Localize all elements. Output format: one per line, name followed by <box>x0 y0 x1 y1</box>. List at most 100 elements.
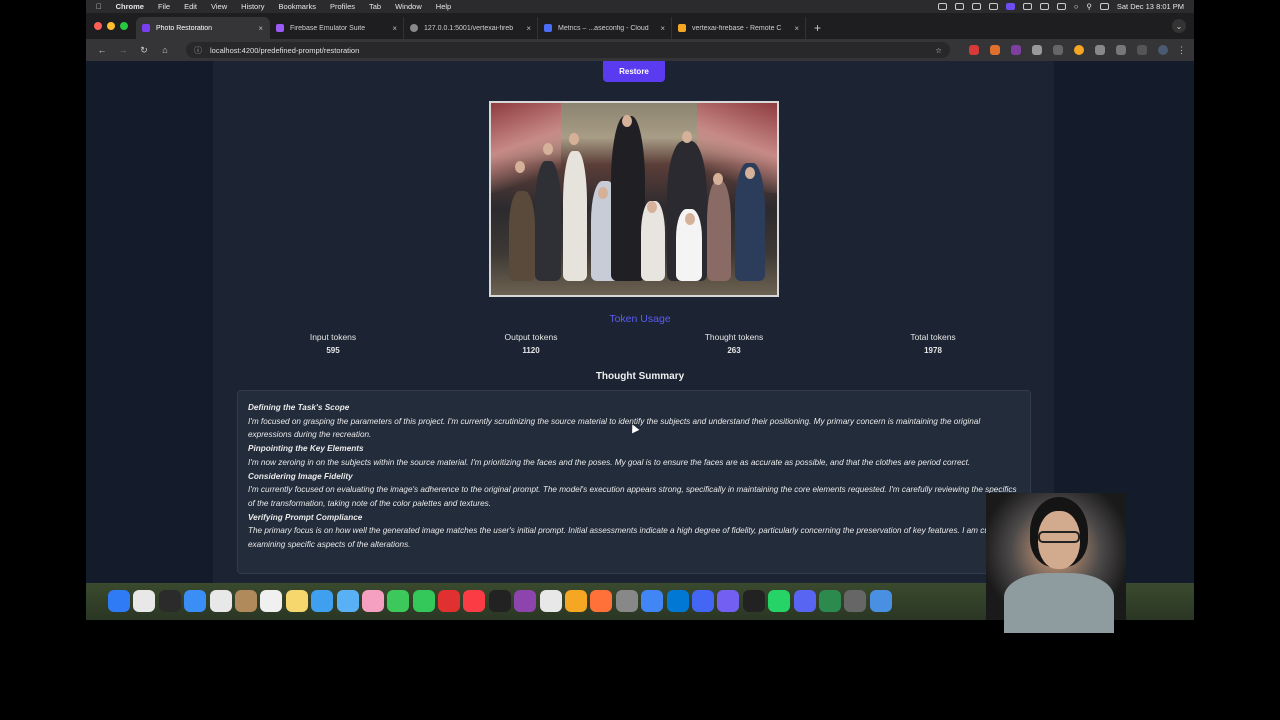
wifi-icon[interactable]: ○ <box>1074 2 1079 11</box>
dock-app-icon[interactable] <box>514 590 537 612</box>
extension-icon[interactable] <box>969 45 979 55</box>
dock-app-icon[interactable] <box>311 590 334 612</box>
extension-icon[interactable] <box>1053 45 1063 55</box>
dock-app-icon[interactable] <box>869 590 892 612</box>
dock-app-icon[interactable] <box>133 590 156 612</box>
window-controls <box>94 13 128 39</box>
extension-icon[interactable] <box>1011 45 1021 55</box>
tab-label: vertexai-firebase - Remote C <box>692 24 782 32</box>
tab-localhost-5001[interactable]: 127.0.0.1:5001/vertexai-fireb × <box>404 17 538 39</box>
close-tab-icon[interactable]: × <box>794 24 799 33</box>
dock-app-icon[interactable] <box>387 590 410 612</box>
summary-heading: Considering Image Fidelity <box>248 471 353 481</box>
status-icon[interactable] <box>988 3 998 10</box>
menu-profiles[interactable]: Profiles <box>330 2 355 11</box>
menu-edit[interactable]: Edit <box>184 2 197 11</box>
dock-app-icon[interactable] <box>768 590 791 612</box>
screen-record-icon[interactable] <box>1005 3 1015 10</box>
menu-view[interactable]: View <box>211 2 227 11</box>
dock-app-icon[interactable] <box>209 590 232 612</box>
menu-tab[interactable]: Tab <box>369 2 381 11</box>
restore-button[interactable]: Restore <box>603 61 665 82</box>
tab-search-icon[interactable]: ⌄ <box>1172 19 1186 33</box>
presenter-glasses <box>1038 531 1080 543</box>
extensions-puzzle-icon[interactable] <box>1095 45 1105 55</box>
dock-app-icon[interactable] <box>438 590 461 612</box>
dock-app-icon[interactable] <box>488 590 511 612</box>
status-icon[interactable] <box>1039 3 1049 10</box>
close-tab-icon[interactable]: × <box>392 24 397 33</box>
profile-avatar[interactable] <box>1158 45 1168 55</box>
globe-icon <box>410 24 418 32</box>
dock-app-icon[interactable] <box>844 590 867 612</box>
restored-photo[interactable] <box>489 101 779 297</box>
battery-icon[interactable] <box>1056 3 1066 10</box>
dock-app-icon[interactable] <box>691 590 714 612</box>
status-icon[interactable] <box>1022 3 1032 10</box>
dock-app-icon[interactable] <box>793 590 816 612</box>
dock-app-icon[interactable] <box>565 590 588 612</box>
close-tab-icon[interactable]: × <box>526 24 531 33</box>
more-menu-icon[interactable]: ⋮ <box>1177 45 1186 56</box>
summary-heading: Pinpointing the Key Elements <box>248 444 364 454</box>
close-tab-icon[interactable]: × <box>258 24 263 33</box>
menu-window[interactable]: Window <box>395 2 422 11</box>
photo-face <box>713 173 723 185</box>
tab-remote-config[interactable]: vertexai-firebase - Remote C × <box>672 17 806 39</box>
search-icon[interactable]: ⚲ <box>1086 2 1092 11</box>
dock-app-icon[interactable] <box>742 590 765 612</box>
dock-app-icon[interactable] <box>615 590 638 612</box>
bookmark-star-icon[interactable]: ☆ <box>935 46 942 55</box>
dock-app-icon[interactable] <box>641 590 664 612</box>
dock-app-icon[interactable] <box>260 590 283 612</box>
minimize-window-icon[interactable] <box>107 22 115 30</box>
side-panel-icon[interactable] <box>1116 45 1126 55</box>
status-icon[interactable] <box>937 3 947 10</box>
download-icon[interactable] <box>1137 45 1147 55</box>
status-icon[interactable] <box>954 3 964 10</box>
status-icon[interactable] <box>971 3 981 10</box>
control-center-icon[interactable] <box>1099 3 1109 10</box>
menu-bookmarks[interactable]: Bookmarks <box>278 2 316 11</box>
site-info-icon[interactable]: ⓘ <box>194 45 202 56</box>
app-menu[interactable]: Chrome <box>116 2 144 11</box>
thought-summary-title: Thought Summary <box>595 371 685 382</box>
tab-metrics[interactable]: Metrics – ...aseconfig - Cloud × <box>538 17 672 39</box>
extension-icon[interactable] <box>1032 45 1042 55</box>
new-tab-icon[interactable]: + <box>814 21 821 35</box>
dock-app-icon[interactable] <box>463 590 486 612</box>
close-tab-icon[interactable]: × <box>660 24 665 33</box>
tab-photo-restoration[interactable]: Photo Restoration × <box>136 17 270 39</box>
dock-app-icon[interactable] <box>666 590 689 612</box>
dock-app-icon[interactable] <box>285 590 308 612</box>
dock-app-icon[interactable] <box>361 590 384 612</box>
clock[interactable]: Sat Dec 13 8:01 PM <box>1117 2 1184 11</box>
url-text[interactable]: localhost:4200/predefined-prompt/restora… <box>210 46 359 55</box>
dock-app-icon[interactable] <box>818 590 841 612</box>
extension-icon[interactable] <box>1074 45 1084 55</box>
menu-file[interactable]: File <box>158 2 170 11</box>
dock-app-icon[interactable] <box>336 590 359 612</box>
menu-history[interactable]: History <box>241 2 264 11</box>
stat-label: Output tokens <box>504 332 558 342</box>
dock-app-icon[interactable] <box>717 590 740 612</box>
tab-firebase-emulator[interactable]: Firebase Emulator Suite × <box>270 17 404 39</box>
dock-app-icon[interactable] <box>184 590 207 612</box>
zoom-window-icon[interactable] <box>120 22 128 30</box>
dock-app-icon[interactable] <box>234 590 257 612</box>
close-window-icon[interactable] <box>94 22 102 30</box>
dock-app-icon[interactable] <box>590 590 613 612</box>
reload-icon[interactable]: ↻ <box>136 45 152 56</box>
dock-app-icon[interactable] <box>412 590 435 612</box>
home-icon[interactable]: ⌂ <box>157 45 173 55</box>
dock-app-icon[interactable] <box>108 590 130 612</box>
dock-app-icon[interactable] <box>539 590 562 612</box>
forward-icon[interactable]: → <box>115 45 131 55</box>
dock-app-icon[interactable] <box>158 590 181 612</box>
address-bar[interactable]: ⓘ localhost:4200/predefined-prompt/resto… <box>186 42 950 58</box>
photo-face <box>543 143 553 155</box>
menu-help[interactable]: Help <box>436 2 451 11</box>
apple-icon[interactable]:  <box>96 2 102 11</box>
extension-icon[interactable] <box>990 45 1000 55</box>
back-icon[interactable]: ← <box>94 45 110 55</box>
